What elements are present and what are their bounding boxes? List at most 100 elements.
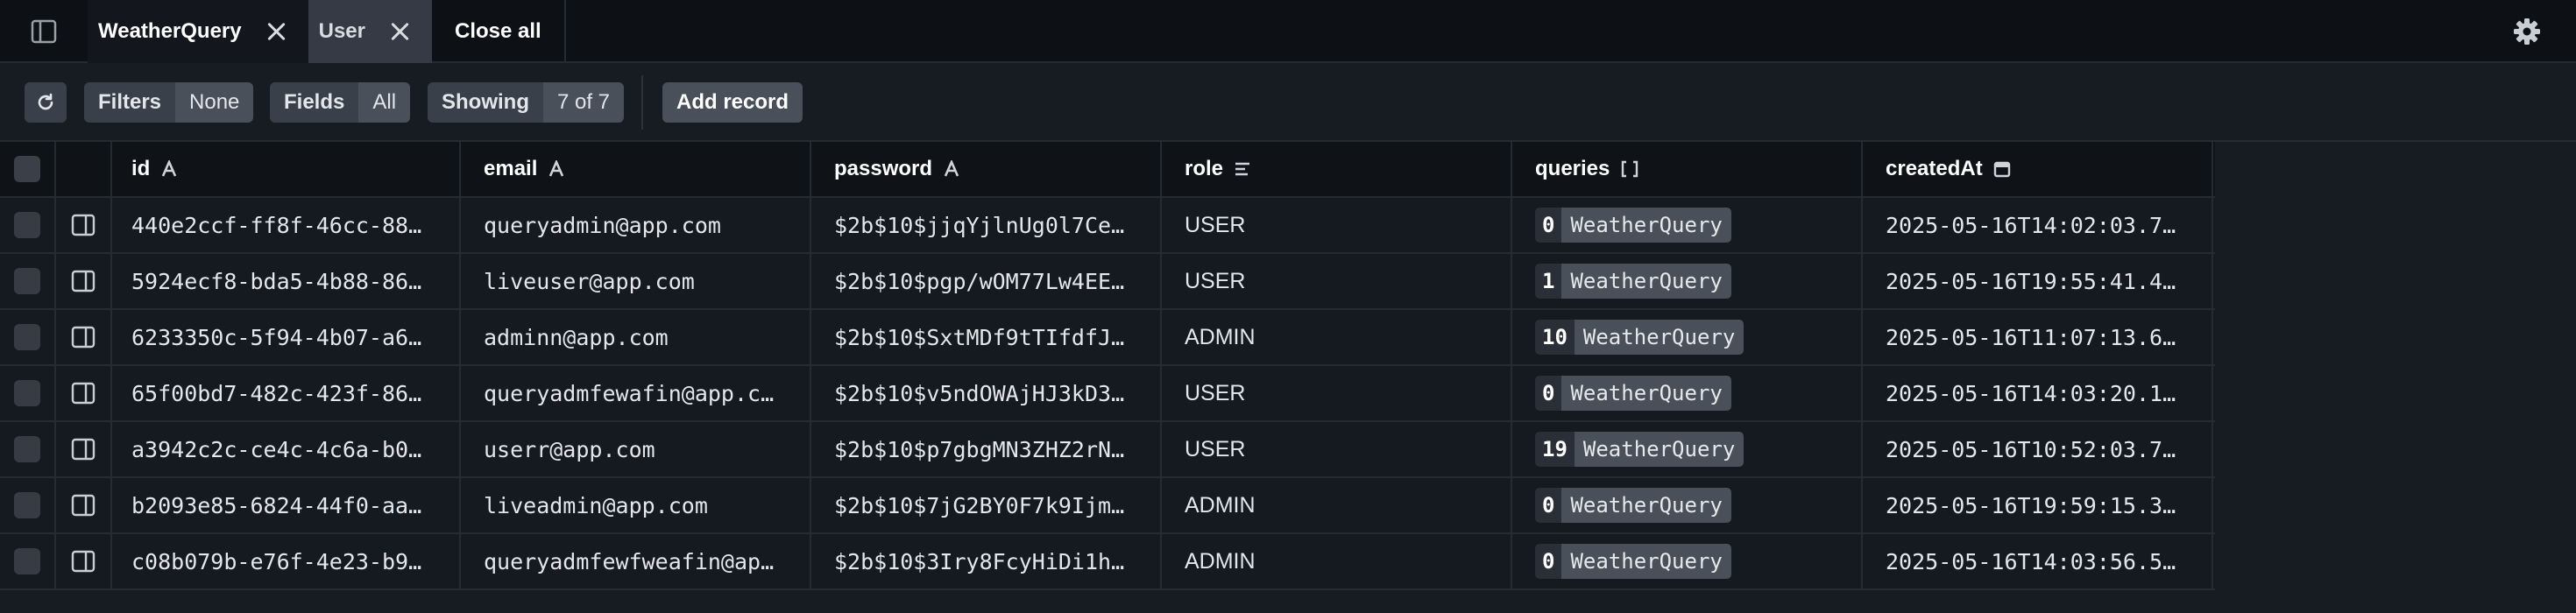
column-header-createdat[interactable]: createdAt [1863, 142, 2213, 196]
cell-id[interactable]: 440e2ccf-ff8f-46cc-88… [112, 198, 461, 252]
column-header-id[interactable]: id [112, 142, 461, 196]
row-checkbox[interactable] [14, 436, 40, 462]
row-checkbox[interactable] [14, 492, 40, 518]
cell-email[interactable]: queryadmin@app.com [461, 198, 811, 252]
relation-label: WeatherQuery [1561, 376, 1731, 411]
filters-button[interactable]: Filters None [84, 82, 254, 123]
tab-label: WeatherQuery [98, 19, 242, 43]
fields-value: All [358, 82, 411, 123]
sidebar-toggle-button[interactable] [0, 0, 88, 63]
cell-role[interactable]: ADMIN [1162, 534, 1512, 588]
cell-queries[interactable]: 10 WeatherQuery [1512, 310, 1863, 364]
expand-row-icon[interactable] [71, 326, 96, 349]
gear-icon[interactable] [2513, 18, 2541, 46]
cell-createdat[interactable]: 2025-05-16T11:07:13.6… [1863, 310, 2213, 364]
tab-label: User [318, 19, 365, 43]
cell-id[interactable]: 6233350c-5f94-4b07-a6… [112, 310, 461, 364]
close-icon[interactable] [390, 22, 409, 41]
table-row[interactable]: 5924ecf8-bda5-4b88-86… liveuser@app.com … [0, 254, 2215, 310]
column-header-password[interactable]: password [811, 142, 1162, 196]
table-row[interactable]: 440e2ccf-ff8f-46cc-88… queryadmin@app.co… [0, 198, 2215, 254]
expand-row-icon[interactable] [71, 494, 96, 517]
expand-row-icon[interactable] [71, 382, 96, 405]
tab-user[interactable]: User [308, 0, 432, 63]
cell-id[interactable]: 5924ecf8-bda5-4b88-86… [112, 254, 461, 308]
relation-label: WeatherQuery [1574, 432, 1744, 467]
table-row[interactable]: 65f00bd7-482c-423f-86… queryadmfewafin@a… [0, 366, 2215, 422]
relation-badge[interactable]: 0 WeatherQuery [1535, 544, 1731, 579]
cell-email[interactable]: liveuser@app.com [461, 254, 811, 308]
relation-badge[interactable]: 0 WeatherQuery [1535, 208, 1731, 243]
relation-badge[interactable]: 0 WeatherQuery [1535, 376, 1731, 411]
cell-queries[interactable]: 1 WeatherQuery [1512, 254, 1863, 308]
cell-role[interactable]: USER [1162, 198, 1512, 252]
cell-createdat[interactable]: 2025-05-16T10:52:03.7… [1863, 422, 2213, 476]
row-checkbox[interactable] [14, 324, 40, 350]
cell-createdat[interactable]: 2025-05-16T14:03:56.5… [1863, 534, 2213, 588]
cell-queries[interactable]: 0 WeatherQuery [1512, 198, 1863, 252]
relation-badge[interactable]: 10 WeatherQuery [1535, 320, 1744, 355]
cell-createdat[interactable]: 2025-05-16T14:03:20.1… [1863, 366, 2213, 420]
cell-email[interactable]: adminn@app.com [461, 310, 811, 364]
cell-role[interactable]: ADMIN [1162, 478, 1512, 532]
row-expand-cell [56, 254, 112, 308]
table-row[interactable]: 6233350c-5f94-4b07-a6… adminn@app.com $2… [0, 310, 2215, 366]
cell-role[interactable]: USER [1162, 254, 1512, 308]
row-checkbox[interactable] [14, 548, 40, 574]
cell-createdat[interactable]: 2025-05-16T14:02:03.7… [1863, 198, 2213, 252]
row-checkbox[interactable] [14, 380, 40, 406]
row-checkbox[interactable] [14, 268, 40, 294]
cell-password[interactable]: $2b$10$7jG2BY0F7k9Ijm… [811, 478, 1162, 532]
column-header-email[interactable]: email [461, 142, 811, 196]
close-all-button[interactable]: Close all [432, 0, 566, 63]
expand-header-cell [56, 142, 112, 196]
cell-role[interactable]: ADMIN [1162, 310, 1512, 364]
select-all-checkbox[interactable] [14, 156, 40, 182]
cell-email[interactable]: queryadmfewafin@app.c… [461, 366, 811, 420]
expand-row-icon[interactable] [71, 270, 96, 292]
cell-email[interactable]: userr@app.com [461, 422, 811, 476]
cell-queries[interactable]: 19 WeatherQuery [1512, 422, 1863, 476]
add-record-button[interactable]: Add record [662, 82, 803, 123]
cell-queries[interactable]: 0 WeatherQuery [1512, 534, 1863, 588]
row-select-cell [0, 534, 56, 588]
column-header-queries[interactable]: queries [1512, 142, 1863, 196]
cell-id[interactable]: 65f00bd7-482c-423f-86… [112, 366, 461, 420]
close-icon[interactable] [266, 22, 286, 41]
column-header-role[interactable]: role [1162, 142, 1512, 196]
cell-queries[interactable]: 0 WeatherQuery [1512, 366, 1863, 420]
cell-password[interactable]: $2b$10$jjqYjlnUg0l7Ce… [811, 198, 1162, 252]
refresh-button[interactable] [25, 82, 67, 123]
cell-email[interactable]: queryadmfewfweafin@ap… [461, 534, 811, 588]
fields-button[interactable]: Fields All [270, 82, 411, 123]
expand-row-icon[interactable] [71, 214, 96, 236]
relation-badge[interactable]: 19 WeatherQuery [1535, 432, 1744, 467]
table-row[interactable]: b2093e85-6824-44f0-aa… liveadmin@app.com… [0, 478, 2215, 534]
relation-badge[interactable]: 0 WeatherQuery [1535, 488, 1731, 523]
showing-button[interactable]: Showing 7 of 7 [428, 82, 625, 123]
cell-password[interactable]: $2b$10$p7gbgMN3ZHZ2rN… [811, 422, 1162, 476]
row-expand-cell [56, 422, 112, 476]
cell-id[interactable]: b2093e85-6824-44f0-aa… [112, 478, 461, 532]
cell-createdat[interactable]: 2025-05-16T19:55:41.4… [1863, 254, 2213, 308]
row-checkbox[interactable] [14, 212, 40, 238]
cell-password[interactable]: $2b$10$SxtMDf9tTIfdfJ… [811, 310, 1162, 364]
cell-role[interactable]: USER [1162, 422, 1512, 476]
table-row[interactable]: c08b079b-e76f-4e23-b9… queryadmfewfweafi… [0, 534, 2215, 590]
cell-password[interactable]: $2b$10$3Iry8FcyHiDi1h… [811, 534, 1162, 588]
cell-createdat[interactable]: 2025-05-16T19:59:15.3… [1863, 478, 2213, 532]
row-select-cell [0, 478, 56, 532]
column-header-label: queries [1535, 157, 1610, 180]
cell-password[interactable]: $2b$10$v5ndOWAjHJ3kD3… [811, 366, 1162, 420]
expand-row-icon[interactable] [71, 438, 96, 461]
table-row[interactable]: a3942c2c-ce4c-4c6a-b0… userr@app.com $2b… [0, 422, 2215, 478]
cell-queries[interactable]: 0 WeatherQuery [1512, 478, 1863, 532]
cell-id[interactable]: a3942c2c-ce4c-4c6a-b0… [112, 422, 461, 476]
relation-badge[interactable]: 1 WeatherQuery [1535, 264, 1731, 299]
expand-row-icon[interactable] [71, 550, 96, 573]
cell-password[interactable]: $2b$10$pgp/wOM77Lw4EE… [811, 254, 1162, 308]
cell-role[interactable]: USER [1162, 366, 1512, 420]
cell-email[interactable]: liveadmin@app.com [461, 478, 811, 532]
tab-weatherquery[interactable]: WeatherQuery [88, 0, 308, 63]
cell-id[interactable]: c08b079b-e76f-4e23-b9… [112, 534, 461, 588]
